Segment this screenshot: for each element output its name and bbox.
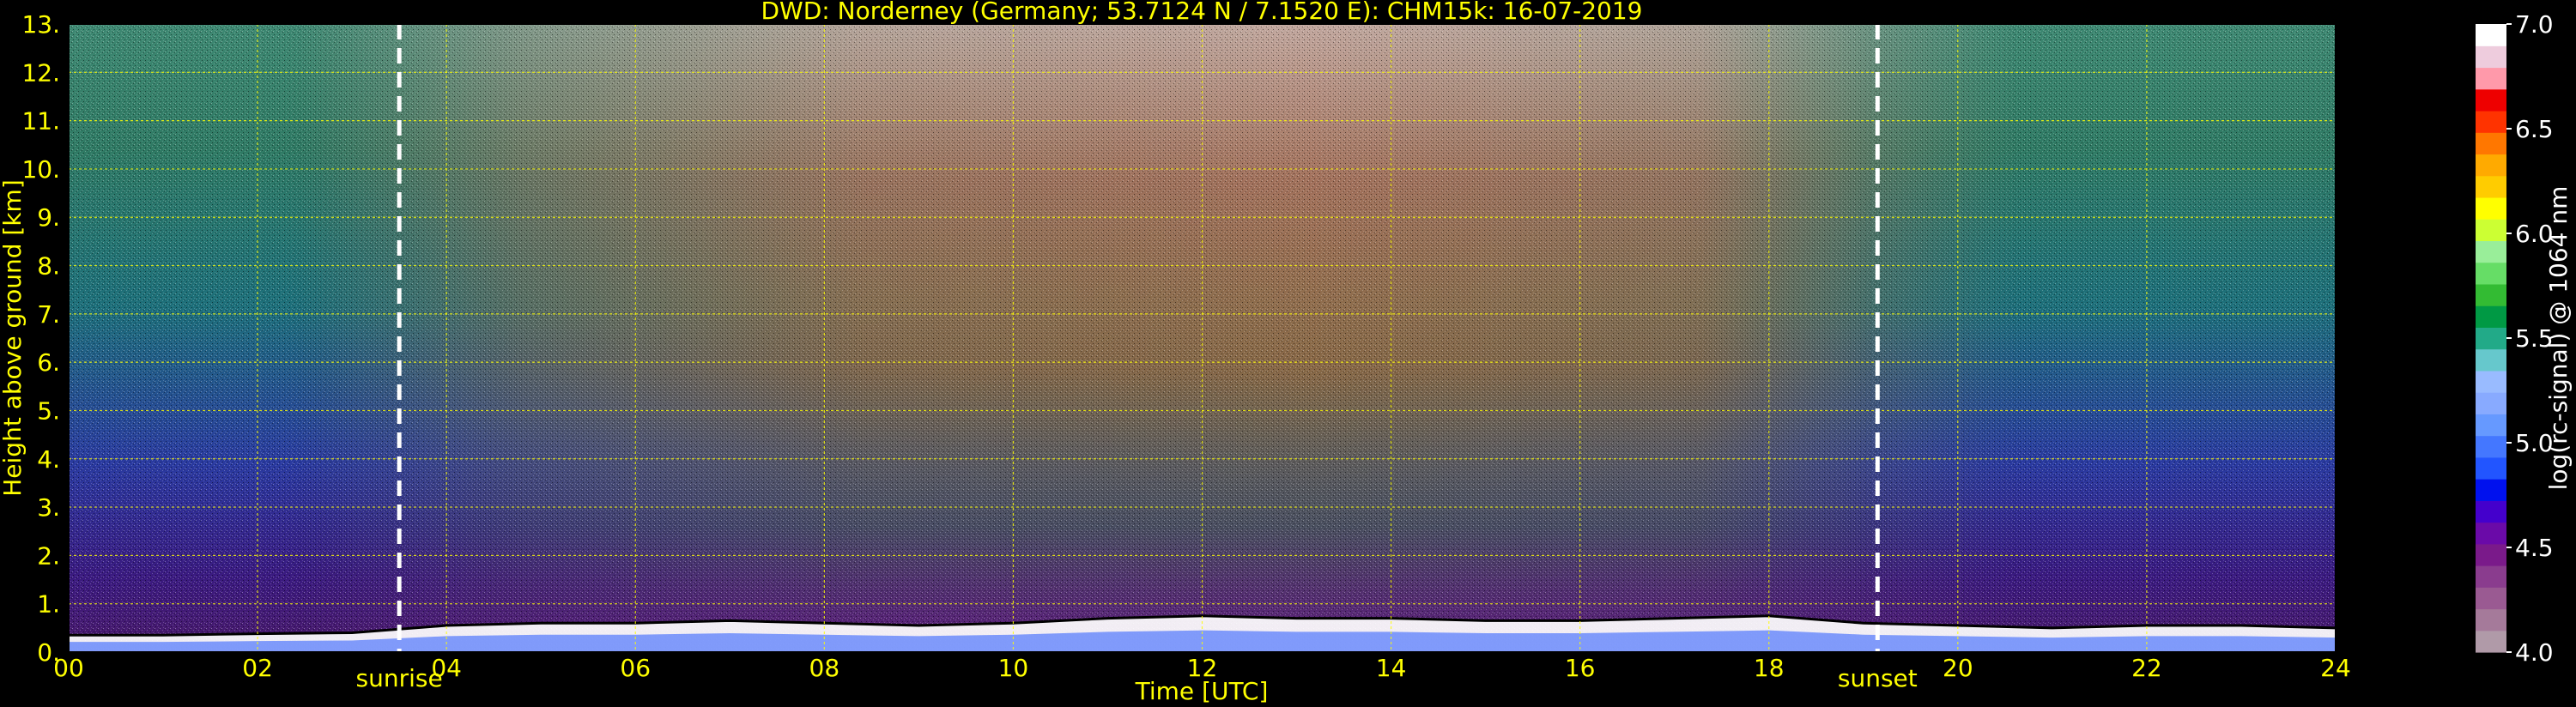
colorbar-tick-label: 4.0 xyxy=(2515,638,2554,667)
sunset-label: sunset xyxy=(1838,664,1918,692)
y-tick-label: 12. xyxy=(21,58,60,87)
y-tick-labels: 0.1.2.3.4.5.6.7.8.9.10.11.12.13. xyxy=(21,10,60,667)
x-axis-label: Time [UTC] xyxy=(1135,677,1269,705)
colorbar-segment xyxy=(2476,196,2506,220)
y-tick-label: 8. xyxy=(37,252,60,281)
colorbar-segment xyxy=(2476,435,2506,458)
x-tick-label: 18 xyxy=(1754,654,1785,682)
x-tick-label: 20 xyxy=(1943,654,1973,682)
colorbar-segment xyxy=(2476,587,2506,610)
y-tick-label: 9. xyxy=(37,203,60,232)
colorbar-segment xyxy=(2476,414,2506,437)
colorbar-segment xyxy=(2476,348,2506,372)
x-tick-label: 10 xyxy=(998,654,1029,682)
x-tick-label: 00 xyxy=(53,654,84,682)
sunrise-label: sunrise xyxy=(356,664,443,692)
colorbar-segment xyxy=(2476,88,2506,112)
colorbar-segment xyxy=(2476,240,2506,263)
lidar-quicklook-chart: DWD: Norderney (Germany; 53.7124 N / 7.1… xyxy=(0,0,2573,705)
colorbar-tick-label: 4.5 xyxy=(2515,534,2554,562)
y-tick-label: 5. xyxy=(37,396,60,425)
colorbar-segment xyxy=(2476,608,2506,631)
x-tick-label: 08 xyxy=(809,654,840,682)
colorbar-segment xyxy=(2476,500,2506,523)
colorbar-segment xyxy=(2476,479,2506,501)
y-tick-label: 6. xyxy=(37,348,60,377)
plot-area xyxy=(68,23,2337,653)
colorbar-segment xyxy=(2476,630,2506,653)
colorbar-segment xyxy=(2476,305,2506,328)
colorbar-segment xyxy=(2476,219,2506,242)
y-tick-label: 13. xyxy=(21,10,60,39)
x-tick-label: 06 xyxy=(620,654,651,682)
y-axis-label: Height above ground [km] xyxy=(0,179,27,497)
x-tick-label: 14 xyxy=(1376,654,1407,682)
colorbar-label: log(rc-signal) @ 1064 nm xyxy=(2544,186,2573,491)
colorbar-segment xyxy=(2476,392,2506,414)
colorbar-segment xyxy=(2476,370,2506,393)
y-tick-label: 7. xyxy=(37,300,60,329)
y-tick-label: 2. xyxy=(37,541,60,570)
chart-title: DWD: Norderney (Germany; 53.7124 N / 7.1… xyxy=(761,0,1642,25)
colorbar-segment xyxy=(2476,565,2506,588)
y-tick-label: 3. xyxy=(37,493,60,522)
colorbar-tick-label: 6.5 xyxy=(2515,115,2554,143)
y-tick-label: 11. xyxy=(21,107,60,136)
colorbar-segment xyxy=(2476,283,2506,306)
colorbar-segment xyxy=(2476,24,2506,46)
y-tick-label: 1. xyxy=(37,590,60,619)
y-tick-label: 10. xyxy=(21,155,60,184)
colorbar-segment xyxy=(2476,175,2506,198)
colorbar xyxy=(2476,24,2506,653)
x-tick-label: 16 xyxy=(1565,654,1596,682)
colorbar-segment xyxy=(2476,522,2506,545)
colorbar-segment xyxy=(2476,110,2506,133)
x-tick-label: 24 xyxy=(2320,654,2351,682)
colorbar-segment xyxy=(2476,67,2506,90)
y-tick-label: 4. xyxy=(37,445,60,474)
colorbar-segment xyxy=(2476,456,2506,480)
x-tick-label: 22 xyxy=(2131,654,2162,682)
colorbar-segment xyxy=(2476,154,2506,177)
colorbar-segment xyxy=(2476,45,2506,69)
colorbar-segment xyxy=(2476,132,2506,155)
colorbar-tick-label: 7.0 xyxy=(2515,10,2554,39)
x-tick-label: 02 xyxy=(242,654,273,682)
colorbar-segment xyxy=(2476,327,2506,350)
colorbar-segment xyxy=(2476,543,2506,566)
colorbar-segment xyxy=(2476,262,2506,285)
